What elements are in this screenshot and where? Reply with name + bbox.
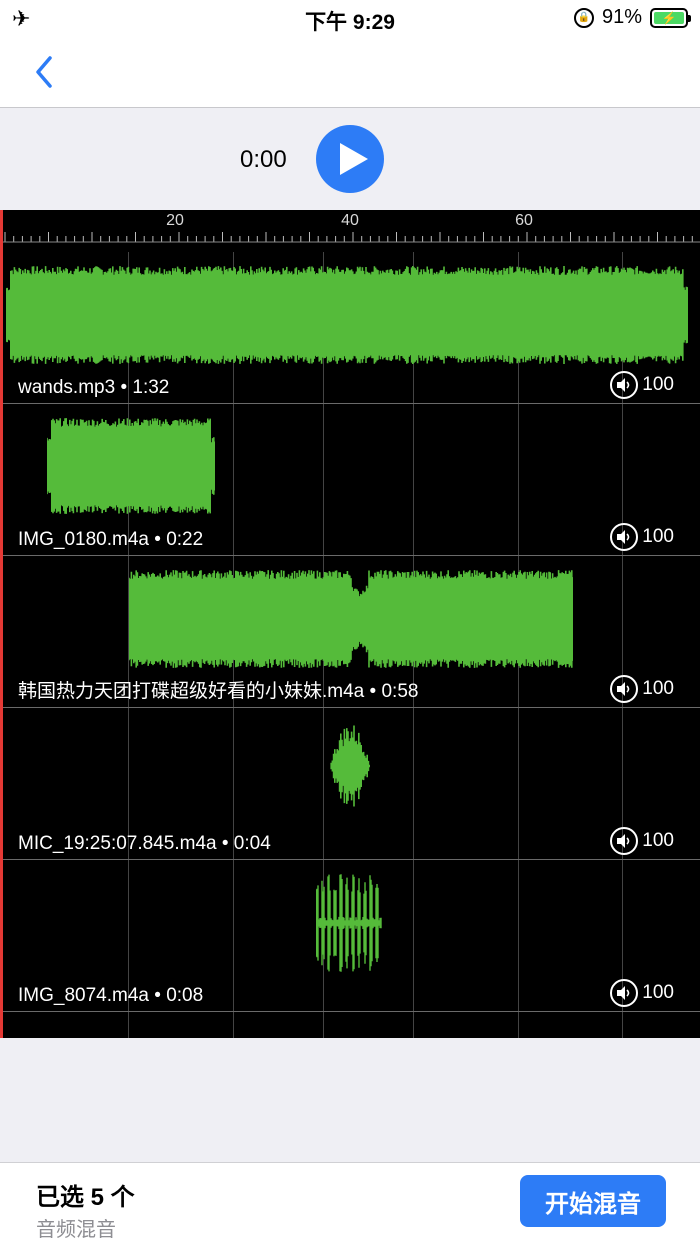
separator: • <box>120 377 128 398</box>
track-info: MIC_19:25:07.845.m4a • 0:04 <box>18 833 271 855</box>
track-row[interactable]: MIC_19:25:07.845.m4a • 0:04 100 <box>0 708 700 860</box>
volume-control[interactable]: 100 <box>610 827 674 855</box>
volume-value: 100 <box>642 526 674 547</box>
waveform <box>47 418 215 514</box>
separator: • <box>154 529 161 550</box>
volume-control[interactable]: 100 <box>610 979 674 1007</box>
ruler-label-60: 60 <box>515 212 533 229</box>
volume-control[interactable]: 100 <box>610 675 674 703</box>
track-duration: 0:58 <box>381 681 419 702</box>
track-name: wands.mp3 <box>18 377 116 398</box>
track-info: IMG_0180.m4a • 0:22 <box>18 529 203 551</box>
volume-control[interactable]: 100 <box>610 371 674 399</box>
speaker-icon <box>610 523 639 551</box>
track-duration: 0:22 <box>166 529 204 550</box>
speaker-icon <box>610 675 639 703</box>
waveform <box>129 570 573 668</box>
track-row[interactable]: IMG_8074.m4a • 0:08 100 <box>0 860 700 1012</box>
track-duration: 0:08 <box>166 985 204 1006</box>
track-info: 韩国热力天团打碟超级好看的小妹妹.m4a • 0:58 <box>18 676 418 703</box>
speaker-icon <box>610 827 639 855</box>
player-controls: 0:00 <box>0 108 700 210</box>
rotation-lock-icon: 🔒 <box>573 7 594 28</box>
separator: • <box>369 681 377 702</box>
start-mix-button[interactable]: 开始混音 <box>520 1175 666 1227</box>
battery-percent: 91% <box>601 6 642 28</box>
back-button[interactable] <box>30 50 62 94</box>
waveform <box>330 725 370 807</box>
track-name: IMG_0180.m4a <box>18 529 149 550</box>
battery-icon: ⚡ <box>650 7 691 28</box>
track-name: IMG_8074.m4a <box>18 985 149 1006</box>
volume-value: 100 <box>642 678 674 699</box>
speaker-icon <box>610 979 639 1007</box>
bottom-bar: 已选 5 个 音频混音 开始混音 <box>0 1162 700 1244</box>
chevron-left-icon <box>36 56 52 88</box>
volume-value: 100 <box>642 830 674 851</box>
selected-count: 已选 5 个 <box>36 1184 135 1211</box>
track-info: IMG_8074.m4a • 0:08 <box>18 985 203 1007</box>
status-bar: ✈ 下午 9:29 🔒 91% ⚡ <box>0 0 700 36</box>
ruler-label-40: 40 <box>341 212 359 229</box>
status-right: 🔒 91% ⚡ <box>573 6 691 29</box>
separator: • <box>154 985 161 1006</box>
track-row[interactable]: 韩国热力天团打碟超级好看的小妹妹.m4a • 0:58 100 <box>0 556 700 708</box>
volume-value: 100 <box>642 982 674 1003</box>
time-ruler: 20 40 60 <box>0 210 700 252</box>
ruler-label-20: 20 <box>166 212 184 229</box>
bottom-subtitle: 音频混音 <box>36 1219 116 1241</box>
track-name: 韩国热力天团打碟超级好看的小妹妹.m4a <box>18 681 365 702</box>
track-duration: 1:32 <box>132 377 170 398</box>
volume-control[interactable]: 100 <box>610 523 674 551</box>
battery-charging-icon: ⚡ <box>654 11 684 25</box>
track-duration: 0:04 <box>233 833 271 854</box>
navigation-bar <box>0 36 700 108</box>
waveform <box>316 874 382 972</box>
track-row[interactable]: IMG_0180.m4a • 0:22 100 <box>0 404 700 556</box>
track-info: wands.mp3 • 1:32 <box>18 377 169 399</box>
current-time: 0:00 <box>240 146 287 173</box>
waveform <box>6 266 688 364</box>
separator: • <box>221 833 229 854</box>
track-name: MIC_19:25:07.845.m4a <box>18 833 217 854</box>
play-icon <box>340 143 368 175</box>
speaker-icon <box>610 371 639 399</box>
mix-timeline[interactable]: 20 40 60 wands.mp3 • 1:32 100 IMG_0180.m… <box>0 210 700 1038</box>
play-button[interactable] <box>316 125 384 193</box>
volume-value: 100 <box>642 374 674 395</box>
playhead[interactable] <box>0 210 3 1038</box>
track-row[interactable]: wands.mp3 • 1:32 100 <box>0 252 700 404</box>
